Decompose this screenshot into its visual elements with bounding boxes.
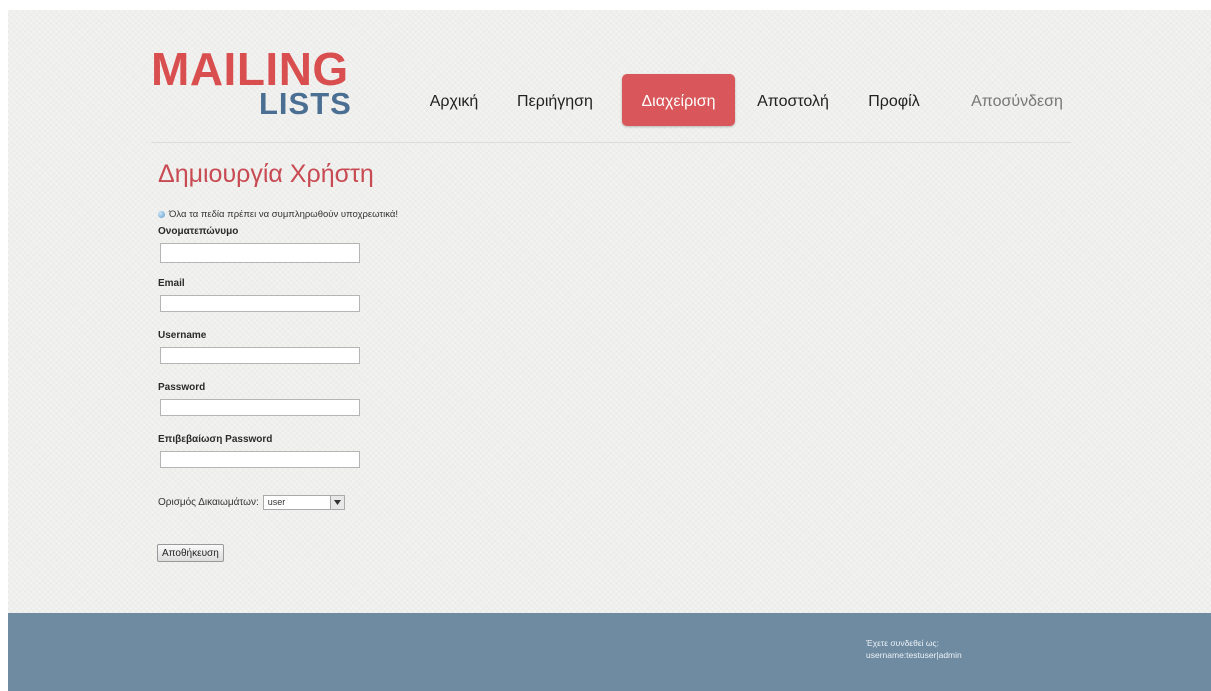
fullname-input[interactable] xyxy=(160,243,360,263)
role-select[interactable]: user xyxy=(262,495,345,510)
username-input[interactable] xyxy=(160,347,360,364)
fullname-label: Ονοματεπώνυμο xyxy=(158,226,239,237)
nav-item-profile[interactable]: Προφίλ xyxy=(863,74,925,126)
login-status-label: Έχετε συνδεθεί ως: xyxy=(866,638,939,648)
email-input[interactable] xyxy=(160,295,360,312)
footer: Έχετε συνδεθεί ως: username:testuser|adm… xyxy=(8,613,1211,691)
page-background: MAILING LISTS Αρχική Περιήγηση Διαχείρισ… xyxy=(8,10,1211,691)
password-input[interactable] xyxy=(160,399,360,416)
role-select-value: user xyxy=(267,497,286,507)
page-title: Δημιουργία Χρήστη xyxy=(158,160,374,188)
save-button[interactable]: Αποθήκευση xyxy=(157,544,224,562)
site-logo[interactable]: MAILING LISTS xyxy=(151,46,371,122)
role-label: Ορισμός Δικαιωμάτων: xyxy=(158,497,259,508)
confirm-password-label: Επιβεβαίωση Password xyxy=(158,434,273,445)
password-label: Password xyxy=(158,382,206,393)
confirm-password-input[interactable] xyxy=(160,451,360,468)
required-notice: Όλα τα πεδία πρέπει να συμπληρωθούν υποχ… xyxy=(158,209,398,220)
header-divider xyxy=(151,142,1071,143)
info-icon xyxy=(158,211,165,218)
nav-item-home[interactable]: Αρχική xyxy=(426,74,482,126)
nav-item-send[interactable]: Αποστολή xyxy=(748,74,838,126)
required-notice-text: Όλα τα πεδία πρέπει να συμπληρωθούν υποχ… xyxy=(169,209,399,220)
nav-item-logout[interactable]: Αποσύνδεση xyxy=(958,74,1076,126)
nav-item-browse[interactable]: Περιήγηση xyxy=(510,74,600,126)
chevron-down-icon[interactable] xyxy=(329,496,344,509)
username-label: Username xyxy=(158,330,207,341)
nav-item-admin[interactable]: Διαχείριση xyxy=(622,74,735,126)
email-label: Email xyxy=(158,278,185,289)
logo-text-lists: LISTS xyxy=(259,86,352,121)
login-status: Έχετε συνδεθεί ως: username:testuser|adm… xyxy=(866,637,962,662)
role-row: Ορισμός Δικαιωμάτων: user xyxy=(158,495,345,510)
login-status-user: username:testuser|admin xyxy=(866,650,962,661)
